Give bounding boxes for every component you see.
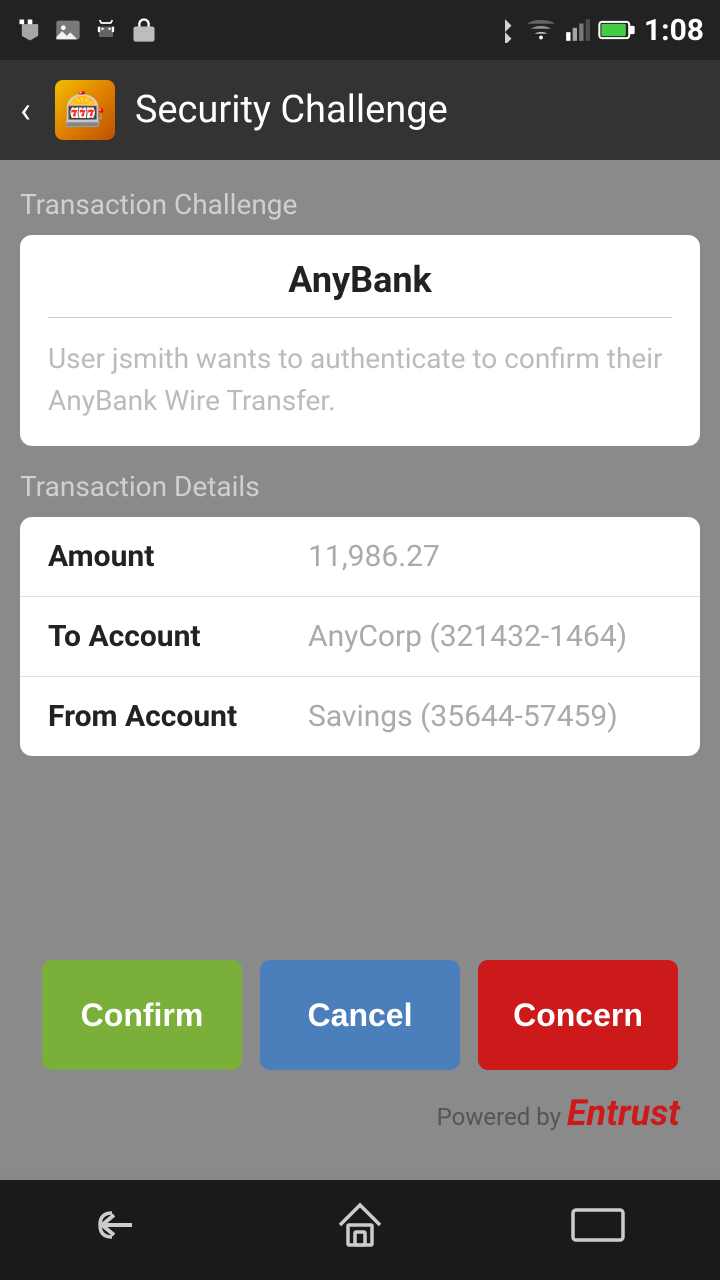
transaction-challenge-label: Transaction Challenge — [20, 188, 700, 221]
bag-icon — [130, 16, 158, 44]
to-account-row: To Account AnyCorp (321432-1464) — [20, 597, 700, 677]
spacer — [20, 780, 700, 940]
powered-by-label: Powered by — [437, 1103, 561, 1131]
back-nav-icon[interactable] — [92, 1205, 152, 1255]
transaction-details-card: Amount 11,986.27 To Account AnyCorp (321… — [20, 517, 700, 756]
from-account-label: From Account — [48, 699, 308, 734]
cancel-button[interactable]: Cancel — [260, 960, 460, 1070]
amount-value: 11,986.27 — [308, 539, 440, 574]
app-icon: 🎰 — [55, 80, 115, 140]
recents-nav-icon[interactable] — [568, 1204, 628, 1256]
battery-icon — [598, 19, 636, 41]
status-bar-left — [16, 16, 158, 44]
amount-label: Amount — [48, 539, 308, 574]
home-nav-icon[interactable] — [335, 1200, 385, 1261]
concern-button[interactable]: Concern — [478, 960, 678, 1070]
signal-icon — [564, 17, 590, 43]
powered-by-footer: Powered by Entrust — [20, 1086, 700, 1148]
transaction-details-label: Transaction Details — [20, 470, 700, 503]
nav-bar — [0, 1180, 720, 1280]
to-account-label: To Account — [48, 619, 308, 654]
main-content: Transaction Challenge AnyBank User jsmit… — [0, 160, 720, 1168]
app-bar-title: Security Challenge — [135, 88, 448, 132]
download-icon — [16, 16, 44, 44]
status-bar-right: 1:08 — [492, 13, 704, 48]
back-icon[interactable]: ‹ — [20, 89, 31, 131]
amount-row: Amount 11,986.27 — [20, 517, 700, 597]
bluetooth-icon — [492, 17, 518, 43]
from-account-value: Savings (35644-57459) — [308, 699, 618, 734]
card-bank-name: AnyBank — [48, 259, 672, 318]
android-icon — [92, 16, 120, 44]
time-display: 1:08 — [644, 13, 704, 48]
confirm-button[interactable]: Confirm — [42, 960, 242, 1070]
entrust-brand: Entrust — [567, 1092, 680, 1134]
to-account-value: AnyCorp (321432-1464) — [308, 619, 627, 654]
transaction-challenge-card: AnyBank User jsmith wants to authenticat… — [20, 235, 700, 446]
buttons-row: Confirm Cancel Concern — [20, 940, 700, 1086]
app-bar: ‹ 🎰 Security Challenge — [0, 60, 720, 160]
from-account-row: From Account Savings (35644-57459) — [20, 677, 700, 756]
wifi-icon — [526, 15, 556, 45]
status-bar: 1:08 — [0, 0, 720, 60]
card-description: User jsmith wants to authenticate to con… — [48, 338, 672, 422]
image-icon — [54, 16, 82, 44]
